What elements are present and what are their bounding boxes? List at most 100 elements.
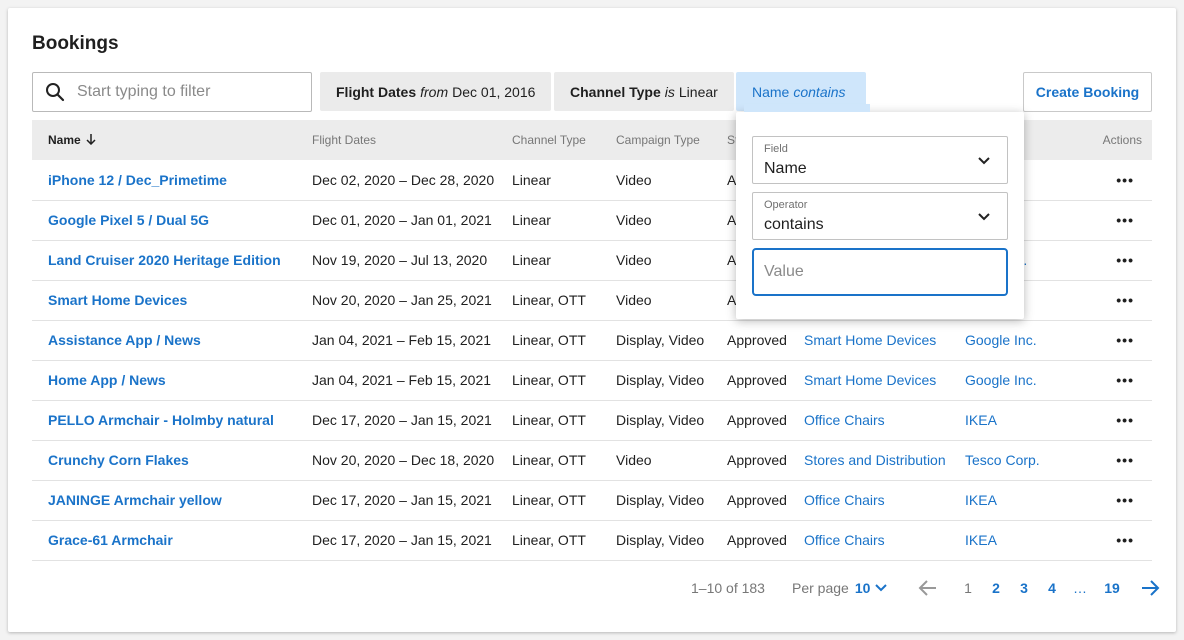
cell-name[interactable]: Land Cruiser 2020 Heritage Edition — [32, 240, 296, 280]
cell-advertiser[interactable]: IKEA — [949, 520, 1079, 560]
page-button[interactable]: 1 — [954, 580, 982, 596]
column-header-flight-dates[interactable]: Flight Dates — [296, 120, 496, 160]
cell-flight-dates: Jan 04, 2021 – Feb 15, 2021 — [312, 372, 492, 388]
cell-flight-dates: Nov 20, 2020 – Dec 18, 2020 — [312, 452, 495, 468]
cell-name[interactable]: iPhone 12 / Dec_Primetime — [32, 160, 296, 200]
chevron-down-icon — [978, 213, 990, 221]
cell-product[interactable]: Smart Home Devices — [788, 360, 949, 400]
more-icon[interactable]: ••• — [1079, 520, 1152, 560]
cell-campaign-type: Video — [616, 292, 652, 308]
cell-advertiser[interactable]: Google Inc. — [949, 320, 1079, 360]
filter-operator: contains — [793, 83, 846, 100]
cell-campaign-type: Display, Video — [616, 532, 705, 548]
cell-product[interactable]: Office Chairs — [788, 480, 949, 520]
cell-product[interactable]: Smart Home Devices — [788, 320, 949, 360]
table-row[interactable]: Assistance App / News Jan 04, 2021 – Feb … — [32, 320, 1152, 360]
cell-advertiser[interactable]: Google Inc. — [949, 360, 1079, 400]
cell-name[interactable]: Crunchy Corn Flakes — [32, 440, 296, 480]
cell-name[interactable]: Smart Home Devices — [32, 280, 296, 320]
page-button[interactable]: 2 — [982, 580, 1010, 596]
cell-name[interactable]: Assistance App / News — [32, 320, 296, 360]
field-select[interactable]: Field Name — [752, 136, 1008, 184]
cell-channel-type: Linear, OTT — [512, 532, 586, 548]
more-icon[interactable]: ••• — [1079, 400, 1152, 440]
filter-value: Linear — [678, 83, 718, 100]
cell-campaign-type: Video — [616, 452, 652, 468]
page-button[interactable]: 3 — [1010, 580, 1038, 596]
cell-channel-type: Linear — [512, 212, 551, 228]
table-row[interactable]: Crunchy Corn Flakes Nov 20, 2020 – Dec 18… — [32, 440, 1152, 480]
table-row[interactable]: JANINGE Armchair yellow Dec 17, 2020 – Ja… — [32, 480, 1152, 520]
column-header-name[interactable]: Name — [32, 120, 296, 160]
filter-field: Channel Type — [570, 83, 661, 100]
search-input[interactable] — [77, 83, 297, 101]
name-filter-popover: Field Name Operator contains — [736, 104, 1024, 319]
create-booking-button[interactable]: Create Booking — [1023, 72, 1152, 112]
cell-campaign-type: Video — [616, 171, 652, 188]
cell-name[interactable]: JANINGE Armchair yellow — [32, 480, 296, 520]
per-page-value[interactable]: 10 — [855, 580, 871, 596]
table-row[interactable]: Home App / News Jan 04, 2021 – Feb 15, 20… — [32, 360, 1152, 400]
cell-campaign-type: Video — [616, 252, 652, 268]
cell-campaign-type: Display, Video — [616, 332, 705, 348]
cell-advertiser[interactable]: Tesco Corp. — [949, 440, 1079, 480]
per-page-control[interactable]: Per page 10 — [792, 578, 888, 598]
cell-product[interactable]: Stores and Distribution — [788, 440, 949, 480]
search-box[interactable] — [32, 72, 312, 112]
more-icon[interactable]: ••• — [1079, 160, 1152, 200]
cell-product[interactable]: Office Chairs — [788, 400, 949, 440]
cell-channel-type: Linear, OTT — [512, 492, 586, 508]
cell-channel-type: Linear, OTT — [512, 372, 586, 388]
page-button[interactable]: 19 — [1094, 580, 1130, 596]
cell-channel-type: Linear, OTT — [512, 452, 586, 468]
operator-select[interactable]: Operator contains — [752, 192, 1008, 240]
filter-operator: from — [420, 83, 449, 100]
cell-name[interactable]: Home App / News — [32, 360, 296, 400]
filter-field: Name — [752, 83, 790, 100]
cell-name[interactable]: Google Pixel 5 / Dual 5G — [32, 200, 296, 240]
cell-campaign-type: Display, Video — [616, 372, 705, 388]
filter-chip-channel-type[interactable]: Channel Type is Linear — [554, 72, 734, 111]
cell-name[interactable]: Grace-61 Armchair — [32, 520, 296, 560]
cell-product[interactable]: Office Chairs — [788, 520, 949, 560]
cell-flight-dates: Dec 02, 2020 – Dec 28, 2020 — [312, 171, 495, 188]
cell-channel-type: Linear, OTT — [512, 292, 586, 308]
cell-campaign-type: Display, Video — [616, 412, 705, 428]
cell-advertiser[interactable]: IKEA — [949, 480, 1079, 520]
more-icon[interactable]: ••• — [1079, 360, 1152, 400]
sort-arrow-down-icon — [86, 134, 96, 146]
more-icon[interactable]: ••• — [1079, 240, 1152, 280]
cell-channel-type: Linear — [512, 171, 551, 188]
column-header-actions: Actions — [1102, 133, 1142, 147]
arrow-left-icon[interactable] — [918, 580, 938, 596]
page-button[interactable]: 4 — [1038, 580, 1066, 596]
pagination-range: 1–10 of 183 — [691, 580, 765, 596]
cell-flight-dates: Dec 01, 2020 – Jan 01, 2021 — [312, 212, 492, 228]
filter-value-input[interactable] — [752, 248, 1008, 296]
per-page-label: Per page — [792, 580, 849, 596]
cell-advertiser[interactable]: IKEA — [949, 400, 1079, 440]
cell-channel-type: Linear, OTT — [512, 332, 586, 348]
table-row[interactable]: PELLO Armchair - Holmby natural Dec 17, 2… — [32, 400, 1152, 440]
cell-status: Approved — [727, 372, 787, 388]
column-header-campaign-type[interactable]: Campaign Type — [600, 120, 711, 160]
table-row[interactable]: Grace-61 Armchair Dec 17, 2020 – Jan 15, … — [32, 520, 1152, 560]
more-icon[interactable]: ••• — [1079, 280, 1152, 320]
chevron-down-icon[interactable] — [874, 581, 888, 595]
field-select-label: Field — [764, 143, 788, 155]
cell-flight-dates: Jan 04, 2021 – Feb 15, 2021 — [312, 332, 492, 348]
more-icon[interactable]: ••• — [1079, 440, 1152, 480]
more-icon[interactable]: ••• — [1079, 320, 1152, 360]
column-header-channel-type[interactable]: Channel Type — [496, 120, 600, 160]
cell-channel-type: Linear — [512, 252, 551, 268]
filter-field: Flight Dates — [336, 83, 417, 100]
arrow-right-icon[interactable] — [1140, 580, 1160, 596]
more-icon[interactable]: ••• — [1079, 200, 1152, 240]
pagination-pages: 1 2 3 4 … 19 — [918, 578, 1160, 598]
page-ellipsis: … — [1073, 580, 1087, 596]
more-icon[interactable]: ••• — [1079, 480, 1152, 520]
cell-name[interactable]: PELLO Armchair - Holmby natural — [32, 400, 296, 440]
page-title: Bookings — [32, 33, 119, 54]
filter-chip-flight-dates[interactable]: Flight Dates from Dec 01, 2016 — [320, 72, 552, 111]
field-select-value: Name — [764, 160, 807, 177]
